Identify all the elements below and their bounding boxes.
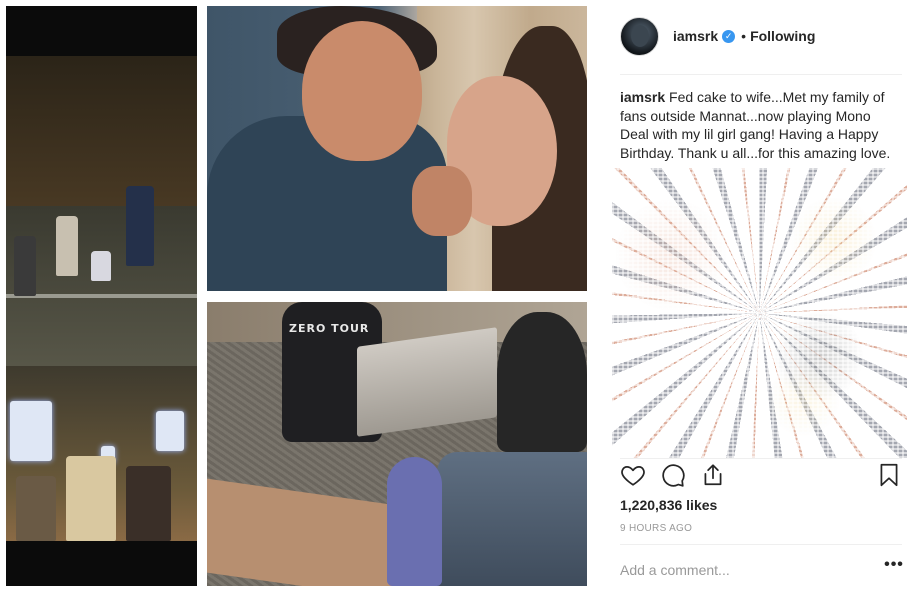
photo-crowd-night	[6, 6, 197, 586]
photo-cake-feeding	[207, 6, 587, 291]
follow-separator: •	[741, 28, 747, 44]
caption-username[interactable]: iamsrk	[620, 89, 665, 105]
post-timestamp[interactable]: 9 HOURS AGO	[620, 523, 692, 534]
post-side-panel: iamsrk ✓ • Following iamsrk Fed cake to …	[607, 0, 914, 592]
heart-icon[interactable]	[620, 462, 646, 488]
username-link[interactable]: iamsrk	[673, 28, 718, 44]
action-bar	[620, 462, 902, 492]
bookmark-icon[interactable]	[876, 462, 902, 488]
following-button[interactable]: Following	[750, 28, 815, 44]
shirt-print-text: ZERO TOUR	[289, 322, 370, 335]
divider	[620, 74, 902, 75]
like-count[interactable]: 1,220,836 likes	[620, 497, 717, 513]
post-header: iamsrk ✓ • Following	[620, 16, 900, 56]
verified-badge-icon: ✓	[722, 29, 736, 43]
avatar[interactable]	[620, 16, 659, 56]
divider	[620, 458, 902, 459]
post-caption: iamsrk Fed cake to wife...Met my family …	[620, 88, 902, 162]
share-icon[interactable]	[700, 462, 726, 488]
comment-icon[interactable]	[660, 462, 686, 488]
post-photo-collage[interactable]: ZERO TOUR	[0, 0, 592, 592]
comment-input[interactable]	[620, 560, 870, 580]
photo-card-game: ZERO TOUR	[207, 302, 587, 586]
more-options-button[interactable]: •••	[883, 556, 905, 576]
divider	[620, 544, 902, 545]
